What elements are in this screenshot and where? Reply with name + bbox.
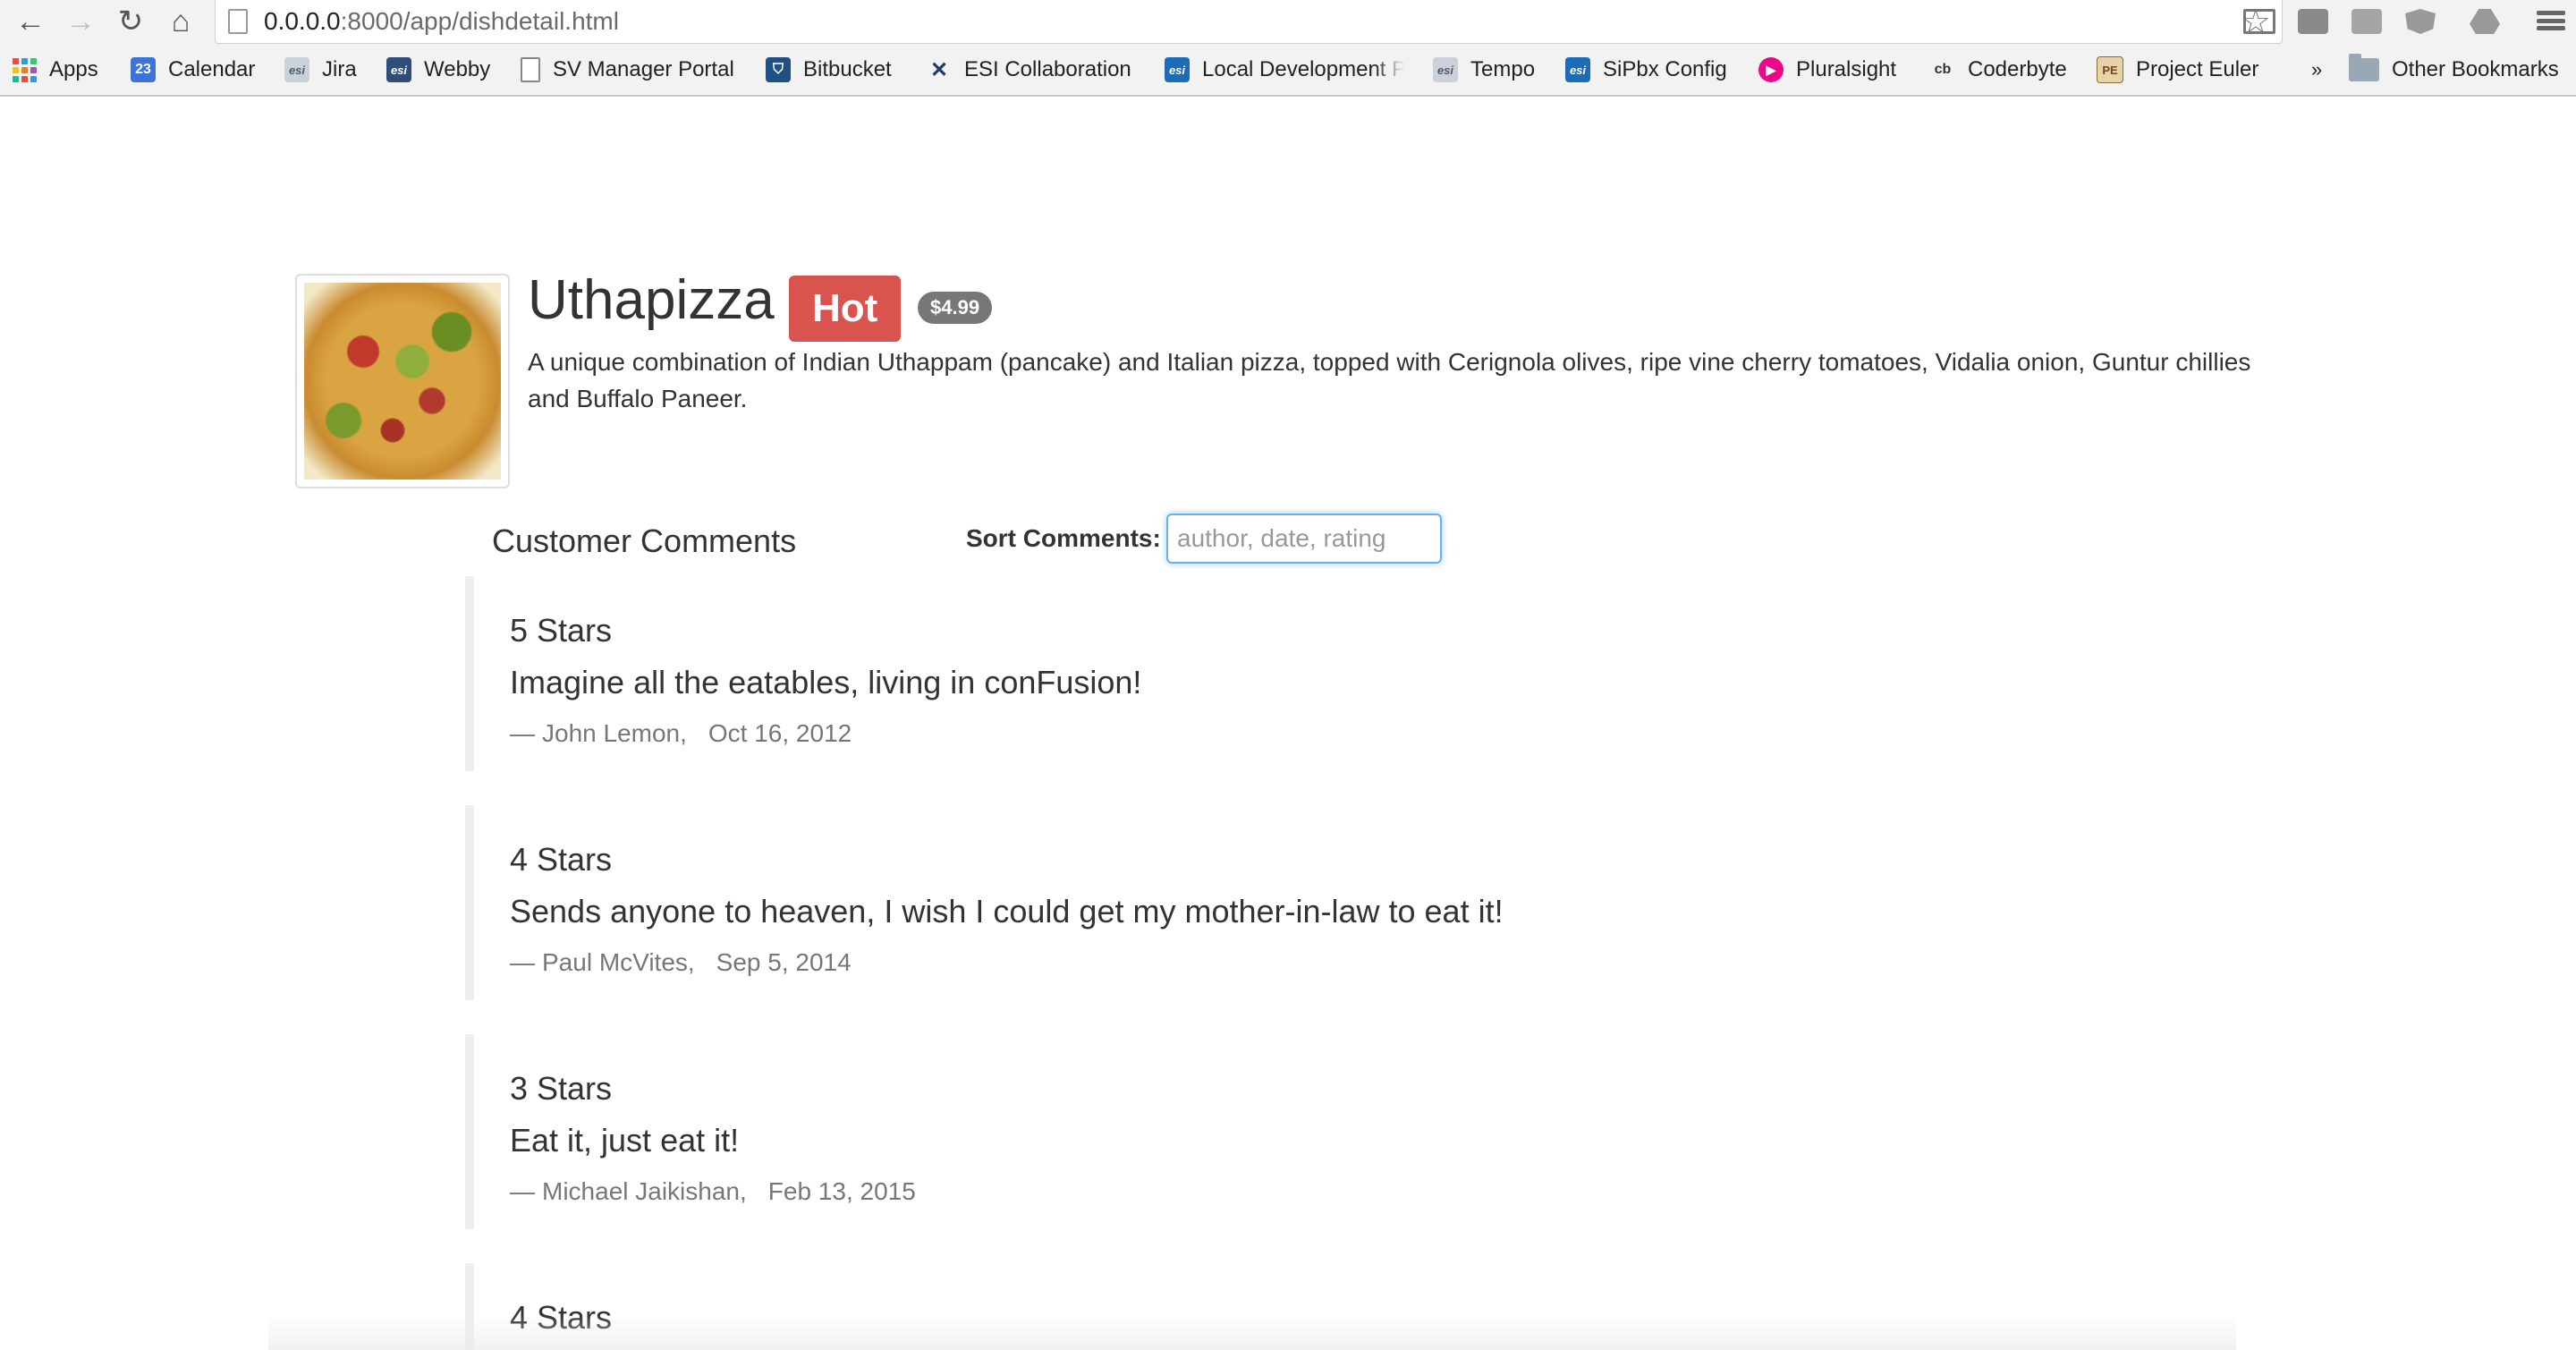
back-icon[interactable]: ← xyxy=(11,2,50,41)
bookmark-label: Bitbucket xyxy=(803,57,892,81)
dish-name: Uthapizza xyxy=(528,269,775,331)
url-path: :8000/app/dishdetail.html xyxy=(340,7,619,35)
dish-description: A unique combination of Indian Uthappam … xyxy=(528,348,2251,412)
bookmark-label: Webby xyxy=(424,57,491,81)
bookmark-label: Local Development P xyxy=(1202,57,1404,81)
comment-author: Michael Jaikishan, xyxy=(542,1177,747,1205)
bookmark-bitbucket[interactable]: ⛉ Bitbucket xyxy=(766,54,892,86)
comment-dash: — xyxy=(510,719,535,747)
home-icon[interactable]: ⌂ xyxy=(161,2,200,41)
comment-meta: — Paul McVites, Sep 5, 2014 xyxy=(510,948,852,977)
other-bookmarks-label: Other Bookmarks xyxy=(2392,57,2559,81)
comment-rating: 5 Stars xyxy=(510,612,613,649)
browser-chrome: ← → ↻ ⌂ 0.0.0.0:8000/app/dishdetail.html… xyxy=(0,0,2576,97)
url-host: 0.0.0.0 xyxy=(264,7,341,35)
bitbucket-icon: ⛉ xyxy=(766,57,791,82)
bookmark-webby[interactable]: esi Webby xyxy=(386,54,490,86)
bookmark-label: Project Euler xyxy=(2136,57,2259,81)
comment-author: John Lemon, xyxy=(542,719,687,747)
bookmark-label: Calendar xyxy=(168,57,256,81)
bookmark-label: ESI Collaboration xyxy=(964,57,1131,81)
bookmark-label: Jira xyxy=(322,57,357,81)
other-bookmarks[interactable]: Other Bookmarks xyxy=(2349,54,2559,86)
bottom-shadow xyxy=(268,1315,2236,1350)
esi-icon: esi xyxy=(1565,57,1590,82)
bookmark-tempo[interactable]: esi Tempo xyxy=(1433,54,1535,86)
bookmark-sv-manager-portal[interactable]: SV Manager Portal xyxy=(521,54,734,86)
comment-meta: — Michael Jaikishan, Feb 13, 2015 xyxy=(510,1177,916,1206)
extension-icon[interactable] xyxy=(2295,5,2331,38)
dish-thumbnail xyxy=(295,274,510,488)
bookmark-label: SV Manager Portal xyxy=(553,57,734,81)
hot-label: Hot xyxy=(789,276,902,342)
comment-item: 3 Stars Eat it, just eat it! — Michael Ja… xyxy=(465,1034,1807,1229)
bookmark-label: Pluralsight xyxy=(1796,57,1897,81)
bookmark-apps[interactable]: Apps xyxy=(13,54,98,86)
page-icon xyxy=(521,57,540,82)
page-icon xyxy=(228,9,248,34)
browser-toolbar: ← → ↻ ⌂ 0.0.0.0:8000/app/dishdetail.html… xyxy=(0,0,2576,45)
esi-icon: esi xyxy=(386,57,411,82)
esi-icon: esi xyxy=(1433,57,1458,82)
drive-icon[interactable] xyxy=(2467,5,2503,38)
comment-text: Imagine all the eatables, living in conF… xyxy=(510,664,1142,700)
bookmark-label: Apps xyxy=(49,57,98,81)
bookmark-label: Tempo xyxy=(1470,57,1536,81)
comment-date: Sep 5, 2014 xyxy=(716,948,852,976)
comment-item: 5 Stars Imagine all the eatables, living… xyxy=(465,576,1807,771)
menu-icon[interactable] xyxy=(2537,5,2565,36)
bookmark-label: Coderbyte xyxy=(1968,57,2067,81)
folder-icon xyxy=(2349,54,2379,81)
price-badge: $4.99 xyxy=(918,292,993,324)
coderbyte-icon: cb xyxy=(1934,62,1952,77)
comment-meta: — John Lemon, Oct 16, 2012 xyxy=(510,719,852,748)
bookmarks-overflow-icon[interactable]: » xyxy=(2311,54,2322,86)
sort-comments-label: Sort Comments: xyxy=(966,524,1161,552)
comment-date: Feb 13, 2015 xyxy=(767,1177,916,1205)
bookmark-coderbyte[interactable]: cb Coderbyte xyxy=(1930,54,2067,86)
bookmark-local-development[interactable]: esi Local Development P xyxy=(1165,54,1404,86)
bookmark-label: SiPbx Config xyxy=(1603,57,1727,81)
comments-heading: Customer Comments xyxy=(492,522,797,559)
comment-text: Sends anyone to heaven, I wish I could g… xyxy=(510,893,1504,930)
calendar-icon: 23 xyxy=(131,57,156,82)
angular-icon[interactable] xyxy=(2402,5,2438,38)
bookmark-calendar[interactable]: 23 Calendar xyxy=(131,54,255,86)
comment-dash: — xyxy=(510,948,535,976)
bookmark-esi-collaboration[interactable]: ✕ ESI Collaboration xyxy=(927,54,1131,86)
reload-icon[interactable]: ↻ xyxy=(111,2,150,41)
comment-author: Paul McVites, xyxy=(542,948,695,976)
apps-grid-icon xyxy=(13,57,37,82)
esi-icon: esi xyxy=(284,57,309,82)
comment-rating: 4 Stars xyxy=(510,841,613,878)
pluralsight-icon: ▶ xyxy=(1758,57,1784,82)
bookmarks-bar: Apps 23 Calendar esi Jira esi Webby SV M… xyxy=(0,50,2576,89)
bookmark-jira[interactable]: esi Jira xyxy=(284,54,357,86)
project-euler-icon: PE xyxy=(2097,56,2123,83)
extension-icon[interactable] xyxy=(2349,5,2385,38)
url-text[interactable]: 0.0.0.0:8000/app/dishdetail.html xyxy=(264,7,619,36)
comment-rating: 3 Stars xyxy=(510,1070,613,1107)
comment-dash: — xyxy=(510,1177,535,1205)
bookmark-sipbx-config[interactable]: esi SiPbx Config xyxy=(1565,54,1727,86)
x-icon: ✕ xyxy=(929,57,949,82)
esi-icon: esi xyxy=(1165,57,1190,82)
comment-text: Eat it, just eat it! xyxy=(510,1122,740,1159)
bookmark-project-euler[interactable]: PE Project Euler xyxy=(2097,54,2258,86)
bookmark-pluralsight[interactable]: ▶ Pluralsight xyxy=(1758,54,1896,86)
comment-date: Oct 16, 2012 xyxy=(708,719,852,747)
pizza-image xyxy=(304,283,501,480)
address-bar[interactable]: 0.0.0.0:8000/app/dishdetail.html ☆ xyxy=(215,0,2283,44)
sort-comments-input[interactable] xyxy=(1166,514,1442,564)
forward-icon[interactable]: → xyxy=(61,2,100,41)
cast-icon[interactable] xyxy=(2241,5,2277,38)
comment-item: 4 Stars Sends anyone to heaven, I wish I… xyxy=(465,805,1807,1000)
